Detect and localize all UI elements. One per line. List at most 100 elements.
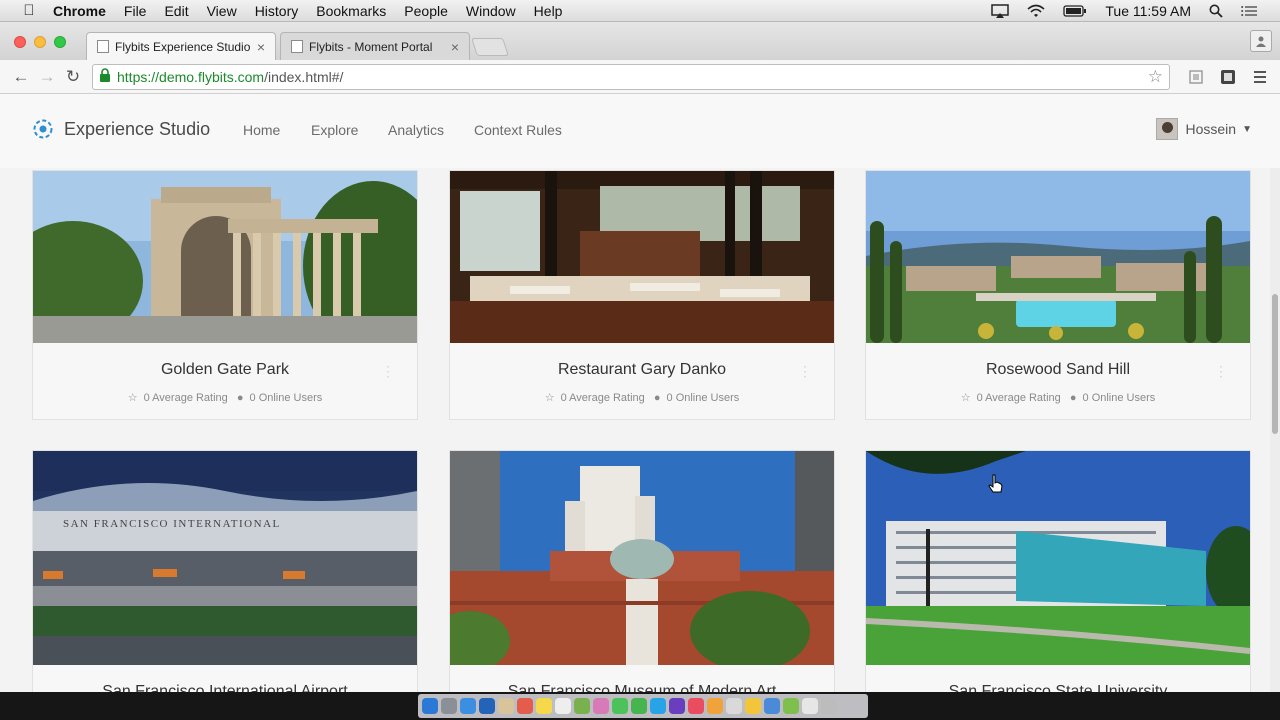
tab-strip: Flybits Experience Studio × Flybits - Mo…: [0, 22, 1280, 60]
itunes-icon[interactable]: [688, 698, 704, 714]
card-title[interactable]: San Francisco Museum of Modern Art: [450, 683, 834, 692]
trash-icon[interactable]: [821, 698, 837, 714]
place-card-restaurant-gary-danko[interactable]: Restaurant Gary Danko ☆ 0 Average Rating …: [449, 170, 835, 420]
scrollbar-thumb[interactable]: [1272, 294, 1278, 434]
forward-arrow-icon[interactable]: →: [34, 64, 60, 90]
system-preferences-icon[interactable]: [726, 698, 742, 714]
average-rating: 0 Average Rating: [976, 392, 1061, 404]
avatar: [1155, 118, 1178, 140]
place-card-golden-gate-park[interactable]: Golden Gate Park ☆ 0 Average Rating ● 0 On…: [32, 170, 418, 420]
user-icon: ●: [236, 392, 244, 404]
menu-window[interactable]: Window: [457, 3, 525, 19]
page-scrollbar[interactable]: [1270, 168, 1280, 692]
messages-icon[interactable]: [612, 698, 628, 714]
notification-center-icon[interactable]: [1241, 5, 1257, 17]
card-title[interactable]: Restaurant Gary Danko: [450, 361, 834, 379]
tab-label: Flybits - Moment Portal: [309, 39, 433, 54]
page-favicon-icon: [291, 40, 303, 53]
ibooks-icon[interactable]: [707, 698, 723, 714]
chrome-menu-icon[interactable]: [1248, 65, 1272, 89]
page-favicon-icon: [97, 40, 109, 53]
menu-help[interactable]: Help: [525, 3, 572, 19]
tab-flybits-moment-portal[interactable]: Flybits - Moment Portal ×: [280, 32, 470, 60]
calendar-icon[interactable]: [517, 698, 533, 714]
online-users: 0 Online Users: [666, 392, 740, 404]
airport-sign-text: SAN FRANCISCO INTERNATIONAL: [63, 518, 281, 530]
apple-menu-icon[interactable]: : [14, 2, 44, 19]
safari-icon[interactable]: [460, 698, 476, 714]
bookmark-star-icon[interactable]: ☆: [1148, 67, 1163, 87]
rating-star-icon: ☆: [960, 392, 971, 404]
tab-flybits-experience-studio[interactable]: Flybits Experience Studio ×: [86, 32, 276, 60]
place-card-sfo-airport[interactable]: SAN FRANCISCO INTERNATIONAL San Francisc…: [32, 450, 418, 692]
menu-bookmarks[interactable]: Bookmarks: [307, 3, 395, 19]
average-rating: 0 Average Rating: [560, 392, 645, 404]
place-photo: [33, 171, 417, 343]
airplay-icon[interactable]: [991, 3, 1010, 18]
secure-lock-icon[interactable]: [99, 68, 111, 85]
nav-context-rules[interactable]: Context Rules: [474, 122, 562, 138]
app-icon[interactable]: [783, 698, 799, 714]
nav-analytics[interactable]: Analytics: [388, 122, 444, 138]
skype-icon[interactable]: [650, 698, 666, 714]
reminders-icon[interactable]: [555, 698, 571, 714]
person-icon: [1256, 36, 1266, 47]
zoom-window-button[interactable]: [54, 36, 66, 48]
nav-home[interactable]: Home: [243, 122, 280, 138]
new-tab-button[interactable]: [471, 38, 509, 56]
app-icon[interactable]: [669, 698, 685, 714]
address-bar[interactable]: https:// demo.flybits.com /index.html#/ …: [92, 63, 1170, 90]
close-window-button[interactable]: [14, 36, 26, 48]
chrome-profile-button[interactable]: [1250, 30, 1272, 52]
caret-down-icon: ▼: [1242, 123, 1252, 135]
app-icon[interactable]: [764, 698, 780, 714]
menu-people[interactable]: People: [395, 3, 457, 19]
chrome-icon[interactable]: [745, 698, 761, 714]
extension-icon[interactable]: [1184, 65, 1208, 89]
notes-icon[interactable]: [536, 698, 552, 714]
tab-close-icon[interactable]: ×: [451, 39, 459, 55]
photos-icon[interactable]: [593, 698, 609, 714]
reload-icon[interactable]: ↻: [60, 64, 86, 90]
maps-icon[interactable]: [574, 698, 590, 714]
extension-dark-icon[interactable]: [1216, 65, 1240, 89]
more-options-icon[interactable]: ⋮: [1214, 363, 1228, 380]
spotlight-search-icon[interactable]: [1209, 4, 1223, 18]
card-title[interactable]: Rosewood Sand Hill: [866, 361, 1250, 379]
card-title[interactable]: San Francisco International Airport: [33, 683, 417, 692]
menu-edit[interactable]: Edit: [155, 3, 197, 19]
menu-file[interactable]: File: [115, 3, 156, 19]
menu-history[interactable]: History: [246, 3, 308, 19]
document-icon[interactable]: [802, 698, 818, 714]
launchpad-icon[interactable]: [441, 698, 457, 714]
online-users: 0 Online Users: [1082, 392, 1156, 404]
back-arrow-icon[interactable]: ←: [8, 64, 34, 90]
user-menu[interactable]: Hossein ▼: [1155, 118, 1252, 140]
app-store-icon[interactable]: [479, 698, 495, 714]
rating-star-icon: ☆: [544, 392, 555, 404]
finder-icon[interactable]: [422, 698, 438, 714]
card-title[interactable]: San Francisco State University: [866, 683, 1250, 692]
wifi-icon[interactable]: [1027, 4, 1045, 18]
online-users: 0 Online Users: [249, 392, 323, 404]
brand-logo[interactable]: Experience Studio: [32, 118, 210, 140]
menu-app-chrome[interactable]: Chrome: [44, 3, 115, 19]
more-options-icon[interactable]: ⋮: [798, 363, 812, 380]
menu-view[interactable]: View: [198, 3, 246, 19]
card-meta: ☆ 0 Average Rating ● 0 Online Users: [866, 391, 1250, 404]
place-card-sfmoma[interactable]: San Francisco Museum of Modern Art: [449, 450, 835, 692]
menubar-clock[interactable]: Tue 11:59 AM: [1105, 3, 1191, 19]
card-title[interactable]: Golden Gate Park: [33, 361, 417, 379]
card-info: San Francisco State University: [866, 665, 1250, 692]
more-options-icon[interactable]: ⋮: [381, 363, 395, 380]
battery-icon[interactable]: [1063, 4, 1087, 17]
place-card-rosewood-sand-hill[interactable]: Rosewood Sand Hill ☆ 0 Average Rating ● 0 …: [865, 170, 1251, 420]
nav-explore[interactable]: Explore: [311, 122, 358, 138]
tab-close-icon[interactable]: ×: [257, 39, 265, 55]
card-info: San Francisco Museum of Modern Art: [450, 665, 834, 692]
user-icon: ●: [653, 392, 661, 404]
contacts-icon[interactable]: [498, 698, 514, 714]
facetime-icon[interactable]: [631, 698, 647, 714]
minimize-window-button[interactable]: [34, 36, 46, 48]
place-card-sf-state-university[interactable]: San Francisco State University: [865, 450, 1251, 692]
